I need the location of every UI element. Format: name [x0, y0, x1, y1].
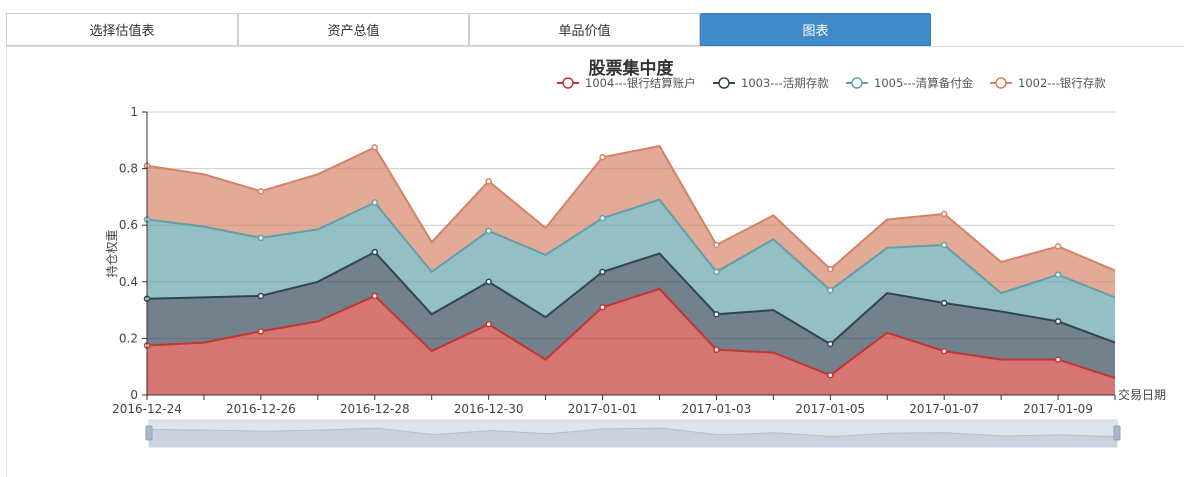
stacked-area-chart: 0 0.2 0.4 0.6 0.8 1 2016-12-24 2016-12-26 2016-1… [104, 58, 1166, 448]
data-point [599, 154, 606, 161]
y-tick-label: 1 [130, 105, 138, 119]
zoom-handle-left[interactable] [145, 425, 153, 441]
legend-label: 1003---活期存款 [741, 76, 829, 90]
data-point [599, 268, 606, 276]
data-point [1054, 356, 1062, 363]
data-point [485, 227, 492, 235]
y-tick-label: 0.2 [119, 331, 138, 345]
data-point [257, 328, 265, 335]
x-tick-label: 2017-01-09 [1023, 402, 1093, 416]
y-tick-label: 0.8 [119, 162, 138, 176]
x-tick-label: 2017-01-03 [682, 402, 752, 416]
data-point [599, 304, 606, 311]
legend-label: 1002---银行存款 [1018, 76, 1106, 90]
data-point [1054, 318, 1062, 325]
legend-symbol [562, 77, 574, 89]
x-tick-label: 2017-01-07 [909, 402, 979, 416]
data-point [940, 241, 948, 249]
data-point [1054, 243, 1062, 250]
data-point [371, 199, 379, 206]
data-zoom-slider[interactable] [145, 419, 1121, 448]
data-point [599, 214, 606, 222]
data-point [371, 248, 379, 256]
data-point [940, 347, 948, 355]
legend[interactable]: 1004---银行结算账户 1003---活期存款 1005---清算备付金 1002… [557, 76, 1106, 90]
x-tick-label: 2016-12-28 [340, 402, 410, 416]
y-axis-label: 持仓权重 [104, 229, 119, 277]
x-tick-label: 2017-01-05 [795, 402, 865, 416]
y-tick-label: 0.4 [119, 275, 138, 289]
data-point [713, 268, 720, 276]
data-point [940, 299, 948, 307]
data-point [827, 371, 834, 379]
legend-symbol [718, 77, 730, 89]
data-point [371, 144, 379, 151]
legend-item[interactable]: 1004---银行结算账户 [557, 76, 696, 90]
data-point [257, 292, 265, 300]
data-point [485, 321, 492, 328]
data-point [257, 234, 265, 242]
data-point [827, 287, 834, 294]
x-tick-label: 2016-12-30 [454, 402, 524, 416]
data-point [713, 311, 720, 318]
data-point [713, 241, 720, 249]
data-point [827, 340, 834, 348]
data-point [485, 278, 492, 286]
zoom-handle-right[interactable] [1113, 425, 1121, 441]
area-series [147, 146, 1115, 395]
legend-item[interactable]: 1005---清算备付金 [846, 76, 974, 90]
data-point [1054, 271, 1062, 278]
data-point [371, 292, 379, 300]
legend-symbol [995, 77, 1007, 89]
y-tick-label: 0 [130, 388, 138, 402]
data-point [485, 178, 492, 185]
x-tick-label: 2017-01-01 [568, 402, 638, 416]
y-tick-label: 0.6 [119, 218, 138, 232]
data-point [940, 210, 948, 218]
legend-symbol [851, 77, 863, 89]
x-tick-label: 2016-12-26 [226, 402, 296, 416]
legend-item[interactable]: 1002---银行存款 [990, 76, 1106, 90]
legend-label: 1005---清算备付金 [874, 76, 974, 90]
legend-item[interactable]: 1003---活期存款 [713, 76, 829, 90]
data-point [827, 265, 834, 273]
legend-label: 1004---银行结算账户 [585, 76, 696, 90]
data-point [257, 187, 265, 195]
data-point [713, 346, 720, 353]
x-tick-label: 2016-12-24 [112, 402, 182, 416]
x-axis-label: 交易日期 [1118, 387, 1166, 402]
